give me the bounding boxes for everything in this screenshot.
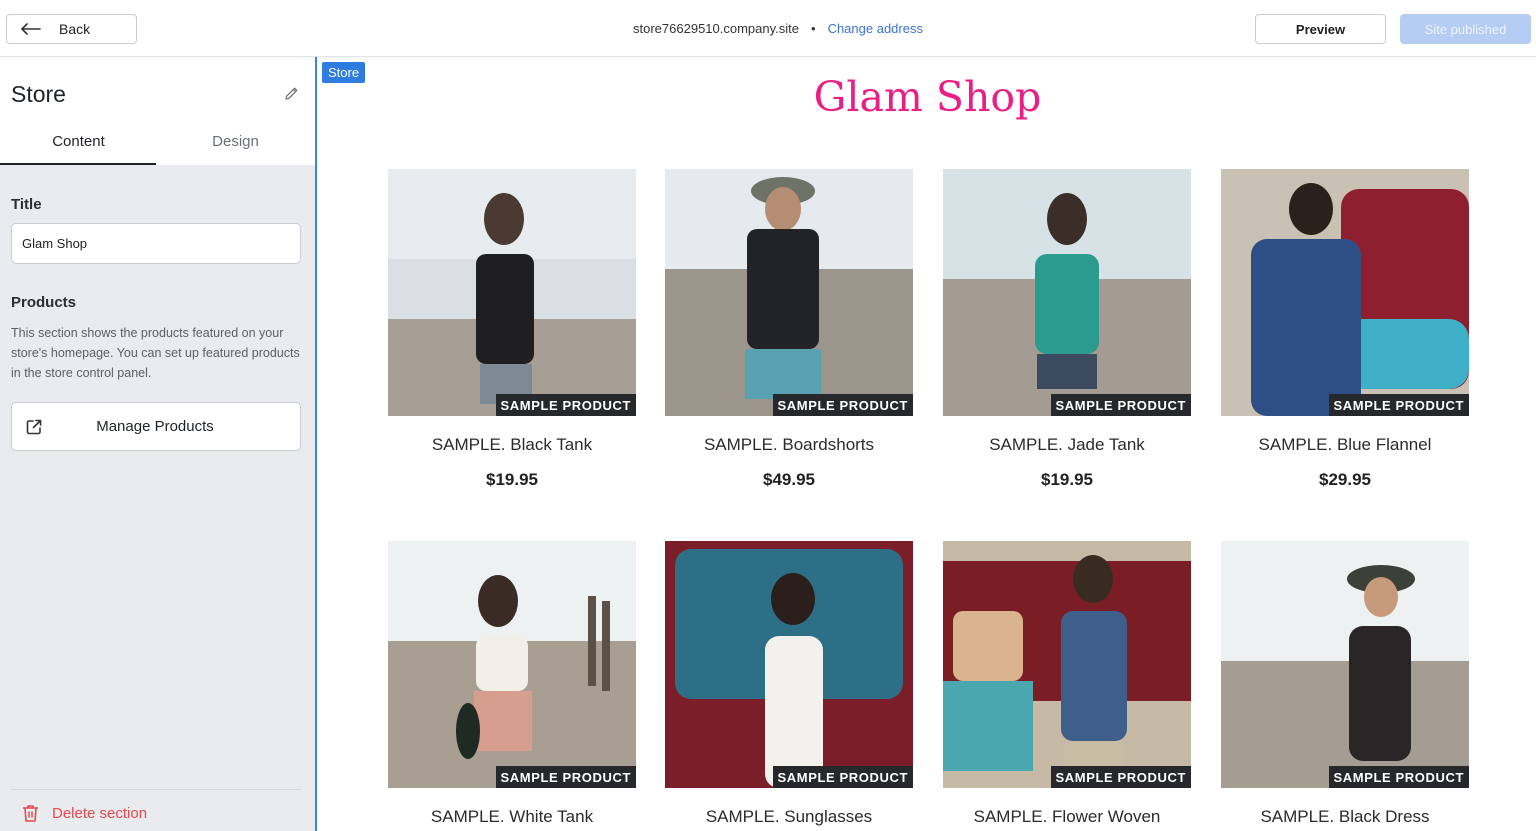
product-price: $19.95 <box>486 470 538 489</box>
product-card[interactable]: SAMPLE PRODUCT SAMPLE. Blue Flannel $29.… <box>1221 169 1469 490</box>
product-photo <box>943 541 1191 788</box>
shop-title[interactable]: Glam Shop <box>317 73 1536 121</box>
product-image[interactable]: SAMPLE PRODUCT <box>1221 169 1469 416</box>
sample-product-badge: SAMPLE PRODUCT <box>772 394 913 416</box>
back-button[interactable]: Back <box>6 14 137 44</box>
external-link-icon <box>26 419 42 435</box>
sidebar-header: Store Content Design <box>0 57 315 165</box>
product-card[interactable]: SAMPLE PRODUCT SAMPLE. Black Tank $19.95 <box>388 169 636 490</box>
product-name[interactable]: SAMPLE. Boardshorts <box>665 435 913 455</box>
product-image[interactable]: SAMPLE PRODUCT <box>665 541 913 788</box>
product-name[interactable]: SAMPLE. Blue Flannel <box>1221 435 1469 455</box>
product-card[interactable]: SAMPLE PRODUCT SAMPLE. White Tank <box>388 541 636 827</box>
product-photo <box>665 169 913 416</box>
sample-product-badge: SAMPLE PRODUCT <box>1328 394 1469 416</box>
product-name[interactable]: SAMPLE. Sunglasses <box>665 807 913 827</box>
trash-icon <box>23 805 38 822</box>
products-label: Products <box>11 294 77 311</box>
manage-products-button[interactable]: Manage Products <box>11 402 301 451</box>
site-preview-canvas: Store Glam Shop SAMPLE PRODUCT SAMPLE. B… <box>315 57 1536 831</box>
product-card[interactable]: SAMPLE PRODUCT SAMPLE. Boardshorts $49.9… <box>665 169 913 490</box>
address-separator: • <box>811 21 816 36</box>
site-url: store76629510.company.site <box>633 21 799 36</box>
product-price: $49.95 <box>763 470 815 489</box>
tab-design[interactable]: Design <box>157 133 314 150</box>
site-published-button[interactable]: Site published <box>1400 14 1531 44</box>
pencil-icon[interactable] <box>284 86 299 101</box>
sample-product-badge: SAMPLE PRODUCT <box>1050 766 1191 788</box>
delete-section-button[interactable]: Delete section <box>22 804 147 822</box>
product-photo <box>665 541 913 788</box>
active-tab-indicator <box>0 163 156 165</box>
product-name[interactable]: SAMPLE. White Tank <box>388 807 636 827</box>
products-description: This section shows the products featured… <box>11 326 300 380</box>
product-image[interactable]: SAMPLE PRODUCT <box>665 169 913 416</box>
sidebar-divider <box>11 789 301 790</box>
sample-product-badge: SAMPLE PRODUCT <box>772 766 913 788</box>
change-address-link[interactable]: Change address <box>828 21 923 36</box>
product-photo <box>1221 541 1469 788</box>
title-input[interactable] <box>11 223 301 264</box>
section-settings-sidebar: Store Content Design Title Products This… <box>0 57 315 831</box>
sample-product-badge: SAMPLE PRODUCT <box>495 766 636 788</box>
product-name[interactable]: SAMPLE. Black Dress <box>1221 807 1469 827</box>
product-photo <box>943 169 1191 416</box>
product-photo <box>1221 169 1469 416</box>
arrow-left-icon <box>21 23 41 35</box>
product-card[interactable]: SAMPLE PRODUCT SAMPLE. Jade Tank $19.95 <box>943 169 1191 490</box>
preview-button[interactable]: Preview <box>1255 14 1386 44</box>
product-name[interactable]: SAMPLE. Flower Woven <box>943 807 1191 827</box>
sample-product-badge: SAMPLE PRODUCT <box>495 394 636 416</box>
product-image[interactable]: SAMPLE PRODUCT <box>388 541 636 788</box>
product-photo <box>388 541 636 788</box>
back-label: Back <box>59 21 91 37</box>
product-image[interactable]: SAMPLE PRODUCT <box>943 541 1191 788</box>
sidebar-title: Store <box>11 81 66 107</box>
top-bar: Back store76629510.company.site • Change… <box>0 0 1536 57</box>
delete-section-label: Delete section <box>52 804 148 822</box>
product-card[interactable]: SAMPLE PRODUCT SAMPLE. Sunglasses <box>665 541 913 827</box>
product-price: $29.95 <box>1319 470 1371 489</box>
sample-product-badge: SAMPLE PRODUCT <box>1328 766 1469 788</box>
product-image[interactable]: SAMPLE PRODUCT <box>388 169 636 416</box>
sample-product-badge: SAMPLE PRODUCT <box>1050 394 1191 416</box>
product-card[interactable]: SAMPLE PRODUCT SAMPLE. Flower Woven <box>943 541 1191 827</box>
product-price: $19.95 <box>1041 470 1093 489</box>
product-image[interactable]: SAMPLE PRODUCT <box>943 169 1191 416</box>
product-card[interactable]: SAMPLE PRODUCT SAMPLE. Black Dress <box>1221 541 1469 827</box>
manage-products-label: Manage Products <box>96 418 214 435</box>
product-name[interactable]: SAMPLE. Jade Tank <box>943 435 1191 455</box>
title-field-label: Title <box>11 196 42 213</box>
product-image[interactable]: SAMPLE PRODUCT <box>1221 541 1469 788</box>
product-name[interactable]: SAMPLE. Black Tank <box>388 435 636 455</box>
tab-content[interactable]: Content <box>0 133 157 150</box>
product-photo <box>388 169 636 416</box>
